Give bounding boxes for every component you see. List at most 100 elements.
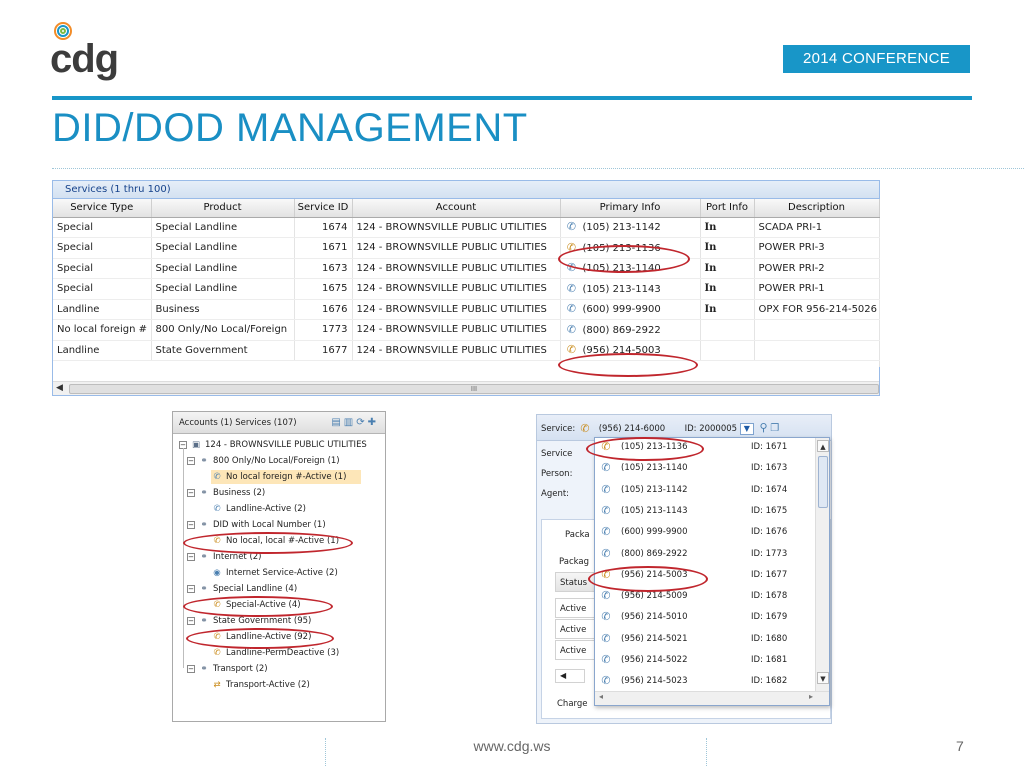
highlight-oval [183, 532, 353, 554]
list-item[interactable]: ✆ (956) 214-5022 ID: 1681 [595, 650, 815, 671]
phone-number: (105) 213-1143 [621, 505, 688, 516]
column-header[interactable]: Product [151, 199, 295, 218]
list-item[interactable]: ✆ (956) 214-5021 ID: 1680 [595, 629, 815, 650]
primary-info-cell: ✆ (600) 999-9900 [560, 299, 701, 320]
port-info-cell-text: In [704, 221, 717, 233]
scrollbar-thumb[interactable] [818, 456, 828, 508]
person-field-label: Person: [541, 469, 573, 479]
tree-node[interactable]: − ⚭ Business (2) [187, 486, 265, 500]
product-cell-text: Special Landline [155, 283, 238, 295]
tree-node-label: No local foreign #-Active (1) [226, 472, 347, 482]
page-number: 7 [956, 738, 964, 754]
list-item[interactable]: ✆ (105) 213-1140 ID: 1673 [595, 458, 815, 479]
table-row[interactable]: No local foreign # 800 Only/No Local/Fore… [53, 319, 880, 341]
column-header[interactable]: Service Type [53, 199, 152, 218]
list-item[interactable]: ✆ (956) 214-5023 ID: 1682 [595, 671, 815, 692]
collapse-icon[interactable]: − [187, 456, 195, 465]
tree-node[interactable]: − ▣ 124 - BROWNSVILLE PUBLIC UTILITIES [179, 438, 367, 452]
tree-node[interactable]: ◉ Internet Service-Active (2) [211, 566, 338, 580]
dropdown-toggle-icon[interactable]: ▼ [739, 422, 754, 435]
service-id: ID: 1671 [751, 442, 788, 452]
tree-node[interactable]: − ⚭ Special Landline (4) [187, 582, 297, 596]
product-cell-text: Business [155, 303, 200, 315]
phone-icon: ✆ [601, 631, 611, 645]
refresh-icon[interactable]: ⟳ [356, 417, 367, 428]
column-header[interactable]: Account [352, 199, 561, 218]
list-item[interactable]: ✆ (956) 214-5010 ID: 1679 [595, 607, 815, 628]
scroll-left-icon[interactable]: ◀ [56, 383, 63, 393]
import-icon[interactable]: ▥ [344, 417, 356, 428]
collapse-icon[interactable]: − [187, 488, 195, 497]
dropdown-vertical-scrollbar[interactable]: ▲ ▼ [815, 438, 829, 691]
tree-node[interactable]: ⇄ Transport-Active (2) [211, 678, 309, 692]
column-header[interactable]: Service ID [294, 199, 353, 218]
tree-node[interactable]: ✆ No local foreign #-Active (1) [211, 470, 361, 484]
column-header[interactable]: Port Info [700, 199, 755, 218]
phone-number: (600) 999-9900 [582, 304, 661, 316]
collapse-icon[interactable]: − [187, 616, 195, 625]
title-underline [52, 168, 1024, 169]
collapse-icon[interactable]: − [187, 552, 195, 561]
table-row[interactable]: Special Special Landline 1674 124 - BROWNSV… [53, 217, 880, 238]
tree-node[interactable]: − ⚭ 800 Only/No Local/Foreign (1) [187, 454, 340, 468]
description-cell: SCADA PRI-1 [754, 217, 880, 238]
scroll-left-icon[interactable]: ◀ [555, 669, 585, 683]
list-item[interactable]: ✆ (800) 869-2922 ID: 1773 [595, 544, 815, 565]
service-id-cell: 1676 [294, 299, 353, 320]
port-info-cell: In [700, 299, 755, 320]
phone-number: (956) 214-5010 [621, 612, 688, 623]
dropdown-horizontal-scrollbar[interactable]: ◂ ▸ [595, 691, 829, 705]
collapse-icon[interactable]: − [187, 664, 195, 673]
product-cell: State Government [151, 340, 295, 361]
list-item[interactable]: ✆ (600) 999-9900 ID: 1676 [595, 522, 815, 543]
phone-icon: ✆ [566, 281, 577, 295]
tree-header: Accounts (1) Services (107) ▤▥⟳✚ [173, 412, 385, 434]
scroll-down-icon[interactable]: ▼ [817, 672, 829, 684]
copy-icon[interactable]: ❐ [770, 423, 779, 434]
scroll-up-icon[interactable]: ▲ [817, 440, 829, 452]
expand-icon[interactable]: ✚ [368, 417, 379, 428]
table-row[interactable]: Special Special Landline 1671 124 - BROWNSV… [53, 237, 880, 259]
tree-node[interactable]: − ⚭ DID with Local Number (1) [187, 518, 326, 532]
service-id-cell: 1675 [294, 278, 353, 300]
list-item[interactable]: ✆ (105) 213-1143 ID: 1675 [595, 501, 815, 522]
phone-icon: ✆ [601, 525, 611, 539]
scroll-right-icon[interactable]: ▸ [809, 692, 813, 701]
description-cell: OPX FOR 956-214-5026 [754, 299, 880, 320]
table-row[interactable]: Landline Business 1676 124 - BROWNSVILLE PU… [53, 299, 880, 320]
column-header[interactable]: Primary Info [560, 199, 701, 218]
phone-number: (956) 214-5022 [621, 655, 688, 665]
group-icon: ⚭ [200, 456, 208, 466]
account-icon: ▣ [191, 440, 201, 450]
scroll-left-icon[interactable]: ◂ [599, 692, 603, 701]
table-row[interactable]: Special Special Landline 1675 124 - BROWNSV… [53, 278, 880, 300]
product-cell: Special Landline [151, 258, 295, 279]
column-header[interactable]: Description [754, 199, 880, 218]
list-item[interactable]: ✆ (105) 213-1142 ID: 1674 [595, 480, 815, 501]
description-cell-text: OPX FOR 956-214-5026 [758, 303, 878, 315]
account-cell-text: 124 - BROWNSVILLE PUBLIC UTILITIES [356, 344, 547, 356]
grid-horizontal-scrollbar[interactable]: ◀ III [53, 381, 879, 395]
table-row[interactable]: Special Special Landline 1673 124 - BROWNSV… [53, 258, 880, 279]
highlight-oval [183, 596, 333, 617]
package-subtab[interactable]: Packag [559, 557, 589, 567]
charges-tab[interactable]: Charge [557, 699, 588, 709]
tree-node-label: 124 - BROWNSVILLE PUBLIC UTILITIES [205, 440, 367, 450]
service-id-cell: 1671 [294, 237, 353, 259]
primary-info-cell: ✆ (800) 869-2922 [560, 319, 701, 341]
service-type-cell-text: Special [57, 242, 94, 254]
service-id: ID: 1674 [751, 484, 788, 495]
scrollbar-thumb[interactable]: III [69, 384, 879, 394]
highlight-oval [586, 437, 704, 461]
collapse-icon[interactable]: − [187, 584, 195, 593]
package-tab[interactable]: Packa [565, 530, 590, 540]
account-cell-text: 124 - BROWNSVILLE PUBLIC UTILITIES [356, 303, 547, 315]
export-icon[interactable]: ▤ [331, 417, 343, 428]
collapse-icon[interactable]: − [187, 520, 195, 529]
phone-number: (956) 214-5023 [621, 676, 688, 687]
search-icon[interactable]: ⚲ [759, 421, 767, 434]
tree-node[interactable]: − ⚭ Transport (2) [187, 662, 268, 676]
table-row[interactable]: Landline State Government 1677 124 - BROWNS… [53, 340, 880, 361]
tree-node[interactable]: ✆ Landline-Active (2) [211, 502, 306, 516]
description-cell: POWER PRI-1 [754, 278, 880, 300]
